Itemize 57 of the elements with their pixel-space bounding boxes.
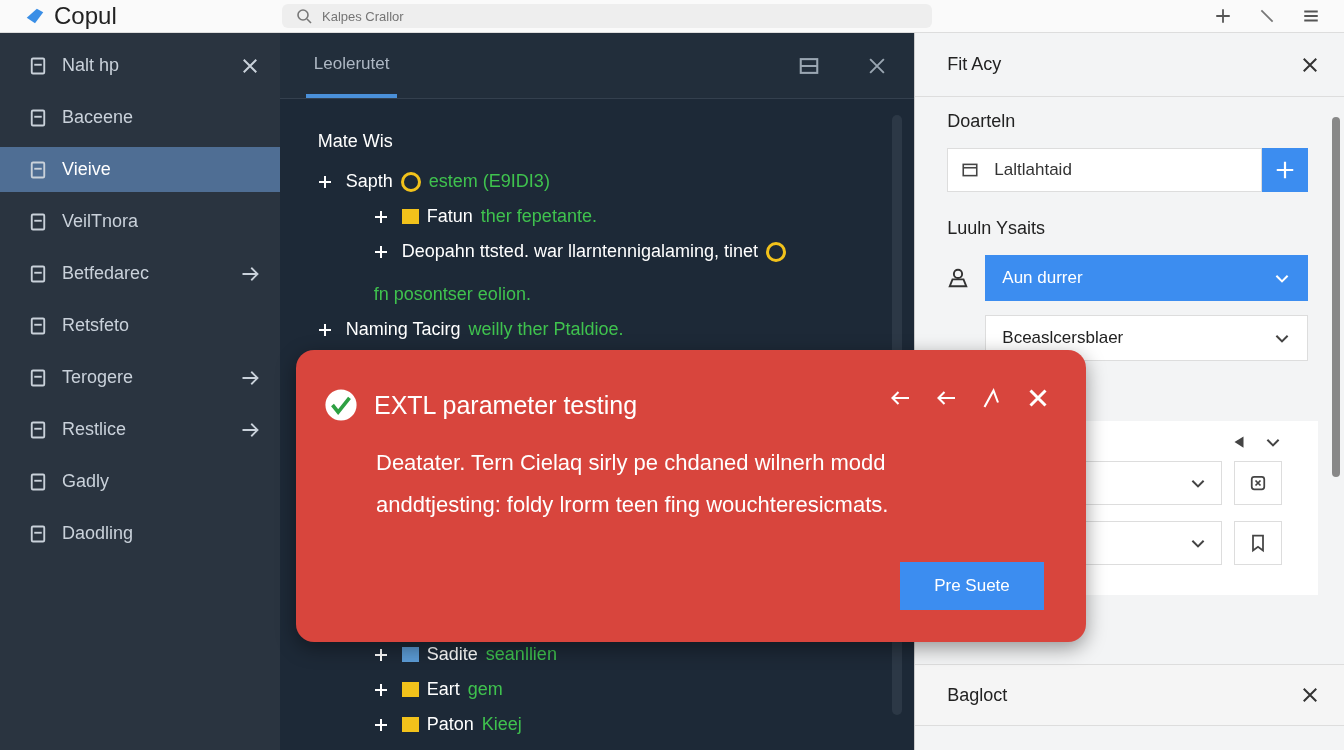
close-box-icon: [1248, 473, 1268, 493]
person-icon: [947, 267, 970, 289]
tree-item[interactable]: Fatun: [426, 199, 473, 234]
text-field[interactable]: Laltlahtaid: [947, 148, 1262, 192]
tree-note: ther fepetante.: [480, 205, 597, 228]
tree-item[interactable]: Paton: [426, 707, 474, 742]
tree-item[interactable]: Eart: [426, 672, 460, 707]
tree-item[interactable]: Naming Tacirg: [345, 312, 461, 347]
tree-note: fn posontser eolion.: [373, 283, 531, 306]
sidebar-item[interactable]: Betfedarec: [0, 251, 280, 296]
plus-icon: [1274, 159, 1296, 181]
tree-heading: Mate Wis: [317, 131, 394, 152]
page-icon: [28, 523, 48, 544]
sidebar-item[interactable]: Baceene: [0, 95, 280, 140]
page-icon: [28, 211, 48, 232]
tree-item[interactable]: Sapth: [345, 164, 393, 199]
sidebar-item[interactable]: Terogere: [0, 355, 280, 400]
page-icon: [28, 263, 48, 284]
sidebar-item[interactable]: Vieive: [0, 147, 280, 192]
sidebar-item[interactable]: VeilTnora: [0, 199, 280, 244]
toast-message: Deatater. Tern Cielaq sirly pe chdaned wilnerh modd anddtjesting: foldy lrorm teen fing wouchteresicmats.: [376, 449, 890, 519]
sidebar-item[interactable]: Restlice: [0, 407, 280, 452]
tree-item[interactable]: Deopahn ttsted. war llarntennigalaming, tinet: [401, 234, 758, 269]
sidebar-item[interactable]: Gadly: [0, 459, 280, 504]
scrollbar[interactable]: [1332, 117, 1340, 477]
tree-note: Kieej: [481, 713, 522, 736]
search-field[interactable]: Kalpes Crallor: [282, 4, 932, 28]
sidebar-item[interactable]: Retsfeto: [0, 303, 280, 348]
section-label: Doarteln: [947, 111, 1017, 132]
page-icon: [28, 367, 48, 388]
panel-title: Fit Acy: [947, 54, 1002, 75]
sidebar-item[interactable]: Daodling: [0, 511, 280, 556]
page-icon: [28, 315, 48, 336]
add-button[interactable]: [1262, 148, 1308, 192]
page-icon: [28, 471, 48, 492]
dropdown[interactable]: Bceaslcersblaer: [985, 315, 1308, 361]
tree-note: gem: [467, 678, 503, 701]
window-icon: [961, 161, 980, 179]
plus-icon[interactable]: [1214, 7, 1232, 25]
icon-button[interactable]: [1234, 521, 1282, 565]
section-label: Luuln Ysaits: [947, 218, 1047, 239]
close-icon[interactable]: [1300, 685, 1320, 705]
page-icon: [28, 107, 48, 128]
page-icon: [28, 159, 48, 180]
tree-note: estem (E9IDI3): [428, 170, 550, 193]
tree-note: seanllien: [485, 643, 557, 666]
app-logo-text: Copul: [54, 2, 118, 30]
sidebar-item[interactable]: Nalt hp: [0, 43, 280, 88]
page-icon: [28, 55, 48, 76]
icon-button[interactable]: [1234, 461, 1282, 505]
search-icon: [296, 8, 312, 24]
page-icon: [28, 419, 48, 440]
check-icon: [324, 388, 358, 422]
tree-note: weilly ther Ptaldioe.: [468, 318, 624, 341]
editor-tab[interactable]: Leolerutet: [305, 33, 398, 98]
panel-title: Bagloct: [947, 684, 1008, 706]
toast-title: EXTL parameter testing: [374, 390, 638, 420]
